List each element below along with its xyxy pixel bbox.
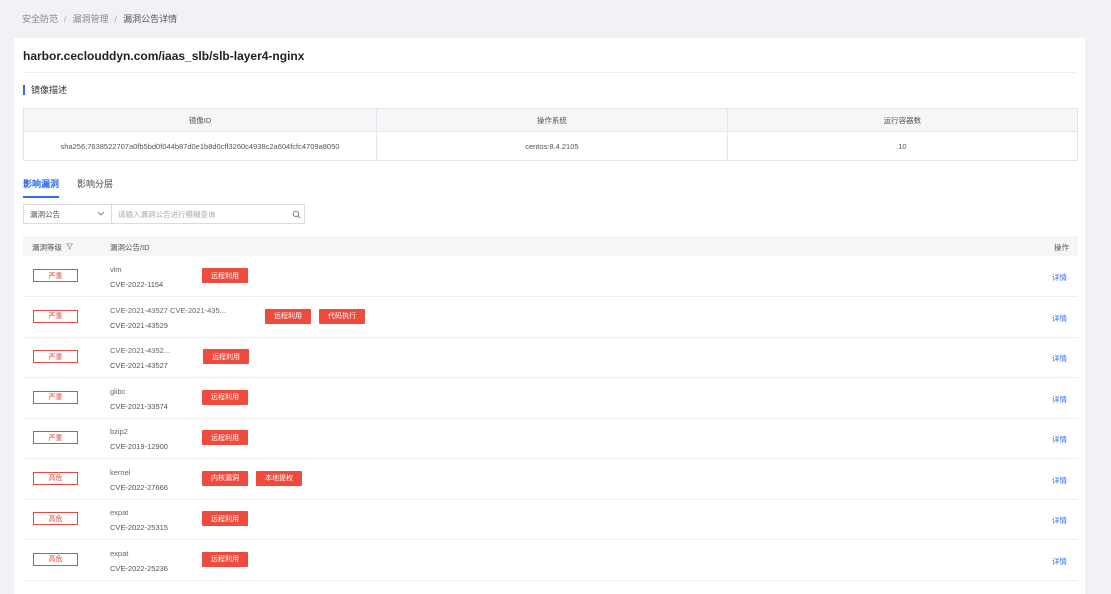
vuln-name: vim	[110, 265, 122, 274]
col-header-name: 漏洞公告/ID	[110, 243, 150, 252]
table-row: 严重 CVE-2021-4352... CVE-2021-43527 远程利用 详情	[23, 338, 1078, 378]
filter-icon[interactable]	[65, 243, 74, 252]
breadcrumb-item-current: 漏洞公告详情	[123, 14, 178, 24]
filter-select-value: 漏洞公告	[30, 209, 60, 219]
cell-image-id: sha256:7638522707a0fb5bd0f044b87d0e1b8d0…	[23, 131, 377, 161]
detail-link[interactable]: 详情	[1052, 272, 1067, 283]
severity-badge: 高危	[33, 512, 78, 525]
page-title: harbor.ceclouddyn.com/iaas_slb/slb-layer…	[23, 49, 305, 63]
vuln-id: CVE-2022-25315	[110, 523, 168, 532]
table-row: 严重 CVE-2021-43527 CVE-2021-435... CVE-2021…	[23, 298, 1078, 338]
severity-badge: 高危	[33, 471, 78, 485]
search-input[interactable]	[112, 205, 288, 223]
breadcrumb: 安全防范 / 漏洞管理 / 漏洞公告详情	[22, 12, 177, 25]
vuln-tag: 远程利用	[202, 551, 248, 567]
divider	[23, 72, 1076, 73]
table-row: 高危 kernel CVE-2022-27666 内核漏洞 本地提权 详情	[23, 460, 1078, 500]
vuln-name: CVE-2021-4352...	[110, 346, 171, 355]
tab-affected-layers[interactable]: 影响分层	[77, 177, 113, 198]
breadcrumb-item-security[interactable]: 安全防范	[22, 12, 58, 25]
vuln-tag: 代码执行	[319, 308, 365, 324]
detail-link[interactable]: 详情	[1052, 556, 1067, 567]
filter-select[interactable]: 漏洞公告	[24, 205, 112, 223]
vuln-tag: 远程利用	[202, 511, 248, 526]
vuln-name: expat	[110, 548, 129, 558]
severity-badge: 严重	[33, 309, 78, 323]
col-header-container-count: 运行容器数	[726, 108, 1079, 132]
vuln-name: CVE-2021-43527 CVE-2021-435...	[110, 305, 226, 315]
cell-container-count: 10	[726, 131, 1079, 161]
vuln-tag: 远程利用	[265, 308, 311, 324]
detail-link[interactable]: 详情	[1052, 475, 1067, 486]
cell-os: centos:8.4.2105	[375, 131, 728, 161]
image-desc-table: 镜像ID 操作系统 运行容器数 sha256:7638522707a0fb5bd…	[23, 108, 1079, 161]
filter-bar: 漏洞公告	[23, 204, 305, 224]
vuln-name: glibc	[110, 386, 126, 396]
table-header-row: 镜像ID 操作系统 运行容器数	[23, 108, 1079, 132]
table-row: 高危 expat CVE-2022-25236 远程利用 详情	[23, 541, 1078, 581]
col-header-level: 漏洞等级	[32, 242, 74, 253]
vuln-tag: 远程利用	[202, 268, 248, 283]
detail-link[interactable]: 详情	[1052, 434, 1067, 445]
severity-badge: 严重	[33, 390, 78, 404]
vuln-id: CVE-2022-1154	[110, 280, 164, 289]
detail-link[interactable]: 详情	[1052, 515, 1067, 526]
vuln-id: CVE-2022-25236	[110, 563, 168, 573]
severity-badge: 严重	[33, 350, 78, 363]
table-row: 高危 expat CVE-2022-25315 远程利用 详情	[23, 500, 1078, 540]
vuln-tag: 远程利用	[202, 389, 248, 405]
breadcrumb-item-vuln-management[interactable]: 漏洞管理	[73, 12, 109, 25]
table-row: 严重 vim CVE-2022-1154 远程利用 详情	[23, 257, 1078, 297]
section-title: 镜像描述	[23, 85, 67, 95]
tab-affected-vulns[interactable]: 影响漏洞	[23, 177, 60, 198]
col-header-image-id: 镜像ID	[23, 108, 377, 132]
col-header-os: 操作系统	[375, 108, 728, 132]
severity-badge: 严重	[33, 269, 78, 282]
table-row: sha256:7638522707a0fb5bd0f044b87d0e1b8d0…	[23, 131, 1079, 161]
vuln-name: expat	[110, 508, 129, 517]
vuln-tag: 本地提权	[256, 470, 302, 486]
vuln-tag: 远程利用	[202, 430, 248, 445]
vuln-id: CVE-2021-43527	[110, 361, 168, 370]
vuln-name: bzip2	[110, 427, 128, 436]
detail-card: harbor.ceclouddyn.com/iaas_slb/slb-layer…	[14, 38, 1085, 594]
vuln-id: CVE-2022-27666	[110, 482, 168, 492]
chevron-down-icon	[97, 210, 105, 219]
vuln-tag: 远程利用	[203, 349, 249, 364]
detail-link[interactable]: 详情	[1052, 394, 1067, 405]
search-icon[interactable]	[288, 210, 304, 219]
tab-bar: 影响漏洞 影响分层	[23, 177, 113, 198]
detail-link[interactable]: 详情	[1052, 313, 1067, 324]
vuln-list-header: 漏洞等级 漏洞公告/ID 操作	[23, 236, 1078, 256]
detail-link[interactable]: 详情	[1052, 353, 1067, 364]
table-row: 严重 bzip2 CVE-2019-12900 远程利用 详情	[23, 419, 1078, 459]
vuln-tag: 内核漏洞	[202, 470, 248, 486]
col-header-op: 操作	[1054, 243, 1069, 252]
vuln-id: CVE-2019-12900	[110, 442, 168, 451]
col-header-level-label: 漏洞等级	[32, 243, 62, 252]
vuln-id: CVE-2021-33574	[110, 401, 168, 411]
vuln-name: kernel	[110, 467, 131, 477]
breadcrumb-separator: /	[114, 13, 118, 24]
severity-badge: 严重	[33, 431, 78, 444]
vuln-id: CVE-2021-43529	[110, 320, 168, 330]
breadcrumb-separator: /	[64, 13, 67, 24]
severity-badge: 高危	[33, 552, 78, 566]
table-row: 严重 glibc CVE-2021-33574 远程利用 详情	[23, 379, 1078, 419]
